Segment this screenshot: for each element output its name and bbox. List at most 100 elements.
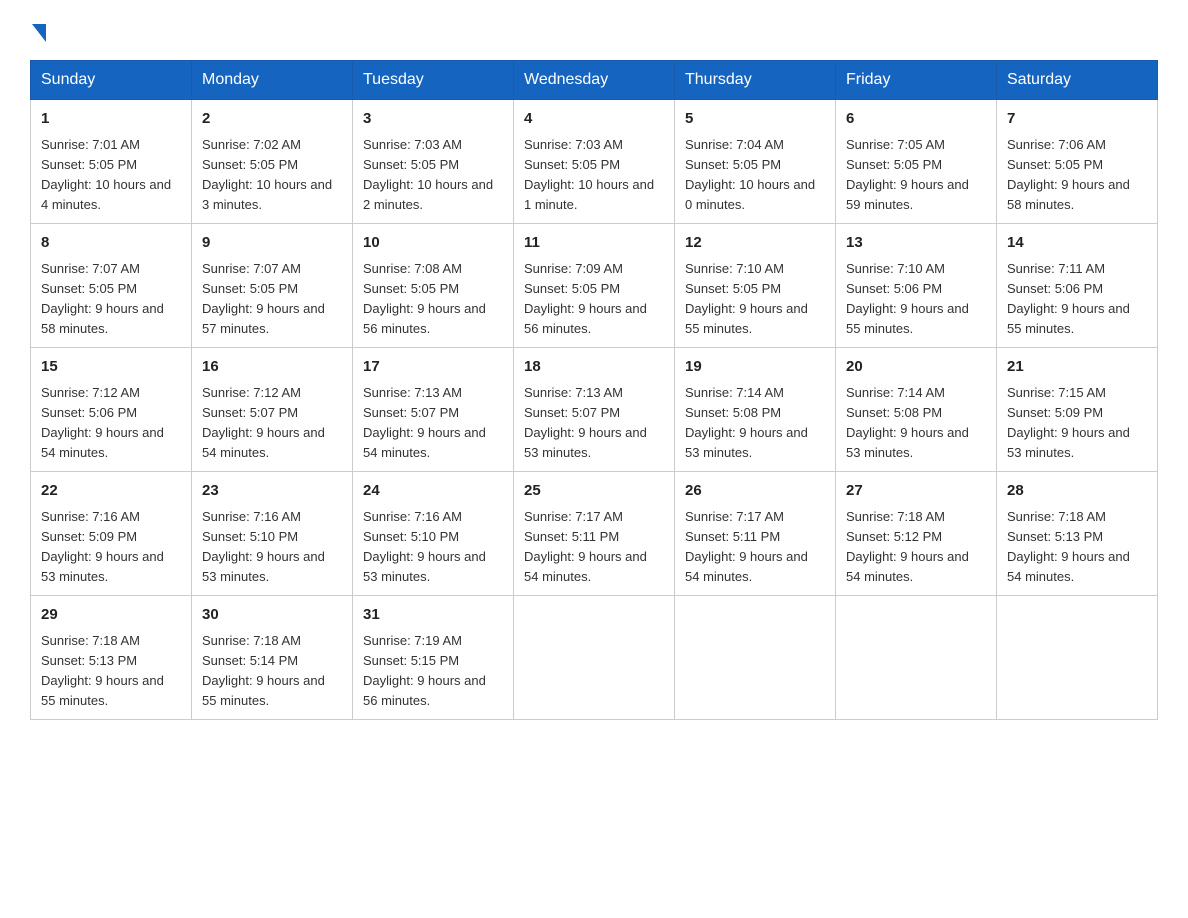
day-info: Sunrise: 7:12 AMSunset: 5:07 PMDaylight:… [202, 383, 342, 464]
day-number: 22 [41, 480, 181, 503]
day-info: Sunrise: 7:09 AMSunset: 5:05 PMDaylight:… [524, 259, 664, 340]
day-number: 16 [202, 356, 342, 379]
day-info: Sunrise: 7:18 AMSunset: 5:13 PMDaylight:… [41, 631, 181, 712]
week-row-3: 15 Sunrise: 7:12 AMSunset: 5:06 PMDayligh… [31, 348, 1158, 472]
calendar-cell: 19 Sunrise: 7:14 AMSunset: 5:08 PMDayligh… [675, 348, 836, 472]
header [30, 20, 1158, 42]
day-number: 29 [41, 604, 181, 627]
weekday-header-wednesday: Wednesday [514, 61, 675, 100]
day-info: Sunrise: 7:07 AMSunset: 5:05 PMDaylight:… [41, 259, 181, 340]
logo [30, 24, 46, 42]
calendar-cell: 8 Sunrise: 7:07 AMSunset: 5:05 PMDaylight… [31, 224, 192, 348]
day-number: 7 [1007, 108, 1147, 131]
day-info: Sunrise: 7:10 AMSunset: 5:06 PMDaylight:… [846, 259, 986, 340]
day-info: Sunrise: 7:04 AMSunset: 5:05 PMDaylight:… [685, 135, 825, 216]
day-number: 3 [363, 108, 503, 131]
day-number: 5 [685, 108, 825, 131]
calendar-cell: 17Sunrise: 7:13 AMSunset: 5:07 PMDayligh… [353, 348, 514, 472]
day-number: 17 [363, 356, 503, 379]
day-number: 27 [846, 480, 986, 503]
day-number: 23 [202, 480, 342, 503]
calendar-cell: 1 Sunrise: 7:01 AMSunset: 5:05 PMDaylight… [31, 100, 192, 224]
day-number: 30 [202, 604, 342, 627]
day-info: Sunrise: 7:16 AMSunset: 5:10 PMDaylight:… [202, 507, 342, 588]
day-number: 8 [41, 232, 181, 255]
calendar-table: SundayMondayTuesdayWednesdayThursdayFrid… [30, 60, 1158, 720]
day-info: Sunrise: 7:14 AMSunset: 5:08 PMDaylight:… [685, 383, 825, 464]
weekday-header-tuesday: Tuesday [353, 61, 514, 100]
calendar-cell [997, 596, 1158, 720]
calendar-cell: 6 Sunrise: 7:05 AMSunset: 5:05 PMDaylight… [836, 100, 997, 224]
calendar-cell [836, 596, 997, 720]
calendar-cell: 22 Sunrise: 7:16 AMSunset: 5:09 PMDayligh… [31, 472, 192, 596]
calendar-cell: 27 Sunrise: 7:18 AMSunset: 5:12 PMDayligh… [836, 472, 997, 596]
day-number: 10 [363, 232, 503, 255]
day-number: 19 [685, 356, 825, 379]
day-info: Sunrise: 7:18 AMSunset: 5:13 PMDaylight:… [1007, 507, 1147, 588]
calendar-cell: 25 Sunrise: 7:17 AMSunset: 5:11 PMDayligh… [514, 472, 675, 596]
calendar-cell: 31 Sunrise: 7:19 AMSunset: 5:15 PMDayligh… [353, 596, 514, 720]
day-info: Sunrise: 7:10 AMSunset: 5:05 PMDaylight:… [685, 259, 825, 340]
day-number: 24 [363, 480, 503, 503]
day-number: 1 [41, 108, 181, 131]
day-number: 25 [524, 480, 664, 503]
week-row-5: 29 Sunrise: 7:18 AMSunset: 5:13 PMDayligh… [31, 596, 1158, 720]
calendar-cell [675, 596, 836, 720]
day-number: 9 [202, 232, 342, 255]
calendar-cell: 16 Sunrise: 7:12 AMSunset: 5:07 PMDayligh… [192, 348, 353, 472]
week-row-1: 1 Sunrise: 7:01 AMSunset: 5:05 PMDaylight… [31, 100, 1158, 224]
calendar-cell: 9 Sunrise: 7:07 AMSunset: 5:05 PMDaylight… [192, 224, 353, 348]
calendar-cell: 24 Sunrise: 7:16 AMSunset: 5:10 PMDayligh… [353, 472, 514, 596]
day-number: 14 [1007, 232, 1147, 255]
day-info: Sunrise: 7:16 AMSunset: 5:10 PMDaylight:… [363, 507, 503, 588]
calendar-cell: 28Sunrise: 7:18 AMSunset: 5:13 PMDayligh… [997, 472, 1158, 596]
day-info: Sunrise: 7:14 AMSunset: 5:08 PMDaylight:… [846, 383, 986, 464]
day-info: Sunrise: 7:19 AMSunset: 5:15 PMDaylight:… [363, 631, 503, 712]
day-info: Sunrise: 7:18 AMSunset: 5:14 PMDaylight:… [202, 631, 342, 712]
day-number: 26 [685, 480, 825, 503]
calendar-cell: 29 Sunrise: 7:18 AMSunset: 5:13 PMDayligh… [31, 596, 192, 720]
weekday-header-thursday: Thursday [675, 61, 836, 100]
day-number: 15 [41, 356, 181, 379]
day-info: Sunrise: 7:03 AMSunset: 5:05 PMDaylight:… [524, 135, 664, 216]
day-number: 18 [524, 356, 664, 379]
day-info: Sunrise: 7:12 AMSunset: 5:06 PMDaylight:… [41, 383, 181, 464]
calendar-cell [514, 596, 675, 720]
calendar-cell: 13Sunrise: 7:10 AMSunset: 5:06 PMDayligh… [836, 224, 997, 348]
calendar-cell: 21 Sunrise: 7:15 AMSunset: 5:09 PMDayligh… [997, 348, 1158, 472]
day-info: Sunrise: 7:01 AMSunset: 5:05 PMDaylight:… [41, 135, 181, 216]
logo-arrow-icon [32, 24, 46, 42]
day-info: Sunrise: 7:08 AMSunset: 5:05 PMDaylight:… [363, 259, 503, 340]
day-info: Sunrise: 7:16 AMSunset: 5:09 PMDaylight:… [41, 507, 181, 588]
day-info: Sunrise: 7:07 AMSunset: 5:05 PMDaylight:… [202, 259, 342, 340]
calendar-cell: 15 Sunrise: 7:12 AMSunset: 5:06 PMDayligh… [31, 348, 192, 472]
day-info: Sunrise: 7:05 AMSunset: 5:05 PMDaylight:… [846, 135, 986, 216]
day-info: Sunrise: 7:11 AMSunset: 5:06 PMDaylight:… [1007, 259, 1147, 340]
calendar-cell: 18 Sunrise: 7:13 AMSunset: 5:07 PMDayligh… [514, 348, 675, 472]
day-info: Sunrise: 7:15 AMSunset: 5:09 PMDaylight:… [1007, 383, 1147, 464]
weekday-header-sunday: Sunday [31, 61, 192, 100]
day-info: Sunrise: 7:18 AMSunset: 5:12 PMDaylight:… [846, 507, 986, 588]
calendar-cell: 10 Sunrise: 7:08 AMSunset: 5:05 PMDayligh… [353, 224, 514, 348]
day-number: 2 [202, 108, 342, 131]
day-number: 21 [1007, 356, 1147, 379]
calendar-cell: 30 Sunrise: 7:18 AMSunset: 5:14 PMDayligh… [192, 596, 353, 720]
calendar-cell: 11 Sunrise: 7:09 AMSunset: 5:05 PMDayligh… [514, 224, 675, 348]
day-number: 11 [524, 232, 664, 255]
day-number: 4 [524, 108, 664, 131]
calendar-cell: 2 Sunrise: 7:02 AMSunset: 5:05 PMDaylight… [192, 100, 353, 224]
weekday-header-friday: Friday [836, 61, 997, 100]
calendar-cell: 12Sunrise: 7:10 AMSunset: 5:05 PMDayligh… [675, 224, 836, 348]
day-info: Sunrise: 7:17 AMSunset: 5:11 PMDaylight:… [685, 507, 825, 588]
week-row-4: 22 Sunrise: 7:16 AMSunset: 5:09 PMDayligh… [31, 472, 1158, 596]
day-info: Sunrise: 7:03 AMSunset: 5:05 PMDaylight:… [363, 135, 503, 216]
day-number: 31 [363, 604, 503, 627]
calendar-cell: 20Sunrise: 7:14 AMSunset: 5:08 PMDayligh… [836, 348, 997, 472]
calendar-cell: 23 Sunrise: 7:16 AMSunset: 5:10 PMDayligh… [192, 472, 353, 596]
weekday-header-saturday: Saturday [997, 61, 1158, 100]
day-info: Sunrise: 7:06 AMSunset: 5:05 PMDaylight:… [1007, 135, 1147, 216]
day-number: 6 [846, 108, 986, 131]
day-info: Sunrise: 7:02 AMSunset: 5:05 PMDaylight:… [202, 135, 342, 216]
day-info: Sunrise: 7:13 AMSunset: 5:07 PMDaylight:… [524, 383, 664, 464]
day-info: Sunrise: 7:17 AMSunset: 5:11 PMDaylight:… [524, 507, 664, 588]
